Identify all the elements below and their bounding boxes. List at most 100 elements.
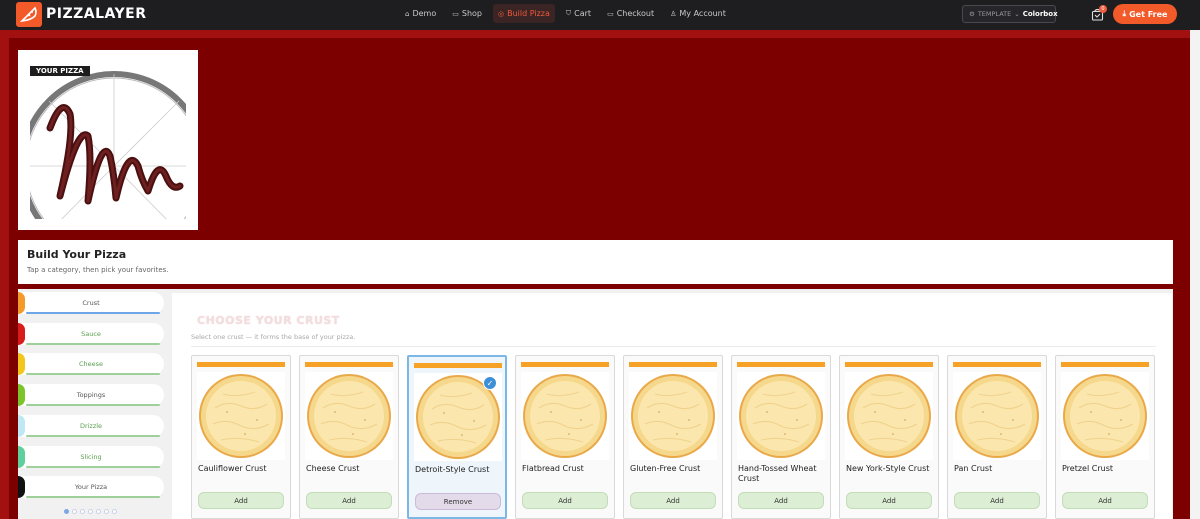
tab-slicing[interactable]: Slicing bbox=[18, 446, 164, 468]
template-label: TEMPLATE bbox=[977, 10, 1012, 18]
tab-underline bbox=[26, 466, 160, 468]
card-accent-bar bbox=[737, 362, 825, 367]
nav-item-build-pizza[interactable]: ◎ Build Pizza bbox=[492, 4, 555, 23]
crust-image bbox=[197, 372, 285, 460]
tab-sauce[interactable]: Sauce bbox=[18, 323, 164, 345]
add-button[interactable]: Add bbox=[198, 492, 284, 509]
nav-item-demo[interactable]: ⌂ Demo bbox=[400, 4, 441, 23]
pizza-logo-icon[interactable] bbox=[16, 2, 42, 27]
add-button[interactable]: Add bbox=[1062, 492, 1148, 509]
crust-card[interactable]: Gluten-Free Crust Add bbox=[623, 355, 723, 519]
crust-card[interactable]: Cauliflower Crust Add bbox=[191, 355, 291, 519]
get-free-button[interactable]: ⤓ Get Free bbox=[1113, 4, 1177, 24]
cart-icon: ⛉ bbox=[565, 9, 572, 17]
crust-name: Pan Crust bbox=[954, 464, 993, 473]
add-button[interactable]: Add bbox=[630, 492, 716, 509]
tab-color-marker bbox=[18, 353, 25, 375]
crust-graphic bbox=[305, 372, 393, 460]
tab-label: Your Pizza bbox=[74, 483, 108, 491]
nav-item-label: My Account bbox=[679, 9, 726, 18]
card-accent-bar bbox=[629, 362, 717, 367]
choose-title: CHOOSE YOUR CRUST bbox=[197, 314, 340, 327]
crust-card[interactable]: New York-Style Crust Add bbox=[839, 355, 939, 519]
nav-item-cart[interactable]: ⛉ Cart bbox=[561, 4, 596, 23]
add-button[interactable]: Add bbox=[522, 492, 608, 509]
tab-underline bbox=[26, 435, 160, 437]
crust-image bbox=[737, 372, 825, 460]
brand-name[interactable]: PIZZALAYER bbox=[46, 6, 147, 22]
crust-card[interactable]: Detroit-Style Crust Remove ✓ bbox=[407, 355, 507, 519]
nav-item-label: Demo bbox=[412, 9, 437, 18]
crust-graphic bbox=[737, 372, 825, 460]
choose-subtitle: Select one crust — it forms the base of … bbox=[191, 333, 356, 341]
card-accent-bar bbox=[197, 362, 285, 367]
crust-card[interactable]: Hand-Tossed Wheat Crust Add bbox=[731, 355, 831, 519]
tab-crust[interactable]: Crust bbox=[18, 292, 164, 314]
card-icon: ▭ bbox=[607, 9, 614, 18]
builder-header: Build Your Pizza Tap a category, then pi… bbox=[18, 240, 1173, 284]
tab-underline bbox=[26, 312, 160, 314]
cart-count-badge: 0 bbox=[1099, 5, 1107, 13]
nav-item-label: Build Pizza bbox=[507, 9, 550, 18]
add-button[interactable]: Add bbox=[954, 492, 1040, 509]
add-button[interactable]: Add bbox=[846, 492, 932, 509]
tab-color-marker bbox=[18, 292, 25, 314]
tab-color-marker bbox=[18, 446, 25, 468]
crust-name: Flatbread Crust bbox=[522, 464, 584, 473]
tab-pager bbox=[64, 509, 117, 514]
crust-graphic bbox=[845, 372, 933, 460]
page-title: Build Your Pizza bbox=[27, 248, 127, 261]
crust-image bbox=[629, 372, 717, 460]
pager-dot[interactable] bbox=[88, 509, 93, 514]
tab-color-marker bbox=[18, 384, 25, 406]
home-icon: ⌂ bbox=[405, 9, 410, 18]
crust-name: Gluten-Free Crust bbox=[630, 464, 701, 473]
tab-drizzle[interactable]: Drizzle bbox=[18, 415, 164, 437]
remove-button[interactable]: Remove bbox=[415, 493, 501, 510]
crust-graphic bbox=[197, 372, 285, 460]
crust-name: Detroit-Style Crust bbox=[415, 465, 490, 474]
crust-image bbox=[1061, 372, 1149, 460]
card-accent-bar bbox=[305, 362, 393, 367]
crust-name: Cheese Crust bbox=[306, 464, 360, 473]
crust-image bbox=[953, 372, 1041, 460]
add-button[interactable]: Add bbox=[306, 492, 392, 509]
crust-card[interactable]: Flatbread Crust Add bbox=[515, 355, 615, 519]
card-accent-bar bbox=[845, 362, 933, 367]
pager-dot[interactable] bbox=[112, 509, 117, 514]
crust-name: Pretzel Crust bbox=[1062, 464, 1113, 473]
tab-underline bbox=[26, 343, 160, 345]
crust-image bbox=[845, 372, 933, 460]
gear-icon: ⚙ bbox=[969, 10, 975, 18]
pager-dot[interactable] bbox=[96, 509, 101, 514]
nav-item-shop[interactable]: ▭ Shop bbox=[447, 4, 487, 23]
pager-dot[interactable] bbox=[72, 509, 77, 514]
crust-card[interactable]: Cheese Crust Add bbox=[299, 355, 399, 519]
crust-card[interactable]: Pretzel Crust Add bbox=[1055, 355, 1155, 519]
target-icon: ◎ bbox=[497, 9, 505, 18]
tab-your-pizza[interactable]: Your Pizza bbox=[18, 476, 164, 498]
pizza-preview-canvas bbox=[30, 66, 186, 219]
crust-image bbox=[521, 372, 609, 460]
tab-label: Crust bbox=[82, 299, 100, 307]
crust-name: New York-Style Crust bbox=[846, 464, 930, 473]
crust-image bbox=[305, 372, 393, 460]
tab-toppings[interactable]: Toppings bbox=[18, 384, 164, 406]
pager-dot[interactable] bbox=[104, 509, 109, 514]
chevron-down-icon: ⌄ bbox=[1014, 10, 1020, 18]
card-accent-bar bbox=[521, 362, 609, 367]
nav-item-checkout[interactable]: ▭ Checkout bbox=[602, 4, 659, 23]
add-button[interactable]: Add bbox=[738, 492, 824, 509]
scrollbar[interactable] bbox=[1190, 30, 1200, 519]
template-selector[interactable]: ⚙ TEMPLATE ⌄ Colorbox bbox=[962, 5, 1058, 23]
nav-item-my-account[interactable]: ♙ My Account bbox=[665, 4, 731, 23]
top-navbar: PIZZALAYER ⌂ Demo ▭ Shop ◎ Build Pizza ⛉ Cart ▭ C… bbox=[0, 0, 1200, 30]
crust-graphic bbox=[521, 372, 609, 460]
crust-card[interactable]: Pan Crust Add bbox=[947, 355, 1047, 519]
tab-cheese[interactable]: Cheese bbox=[18, 353, 164, 375]
pager-dot[interactable] bbox=[80, 509, 85, 514]
tab-underline bbox=[26, 496, 160, 498]
user-icon: ♙ bbox=[670, 9, 677, 18]
card-accent-bar bbox=[953, 362, 1041, 367]
pager-dot[interactable] bbox=[64, 509, 69, 514]
